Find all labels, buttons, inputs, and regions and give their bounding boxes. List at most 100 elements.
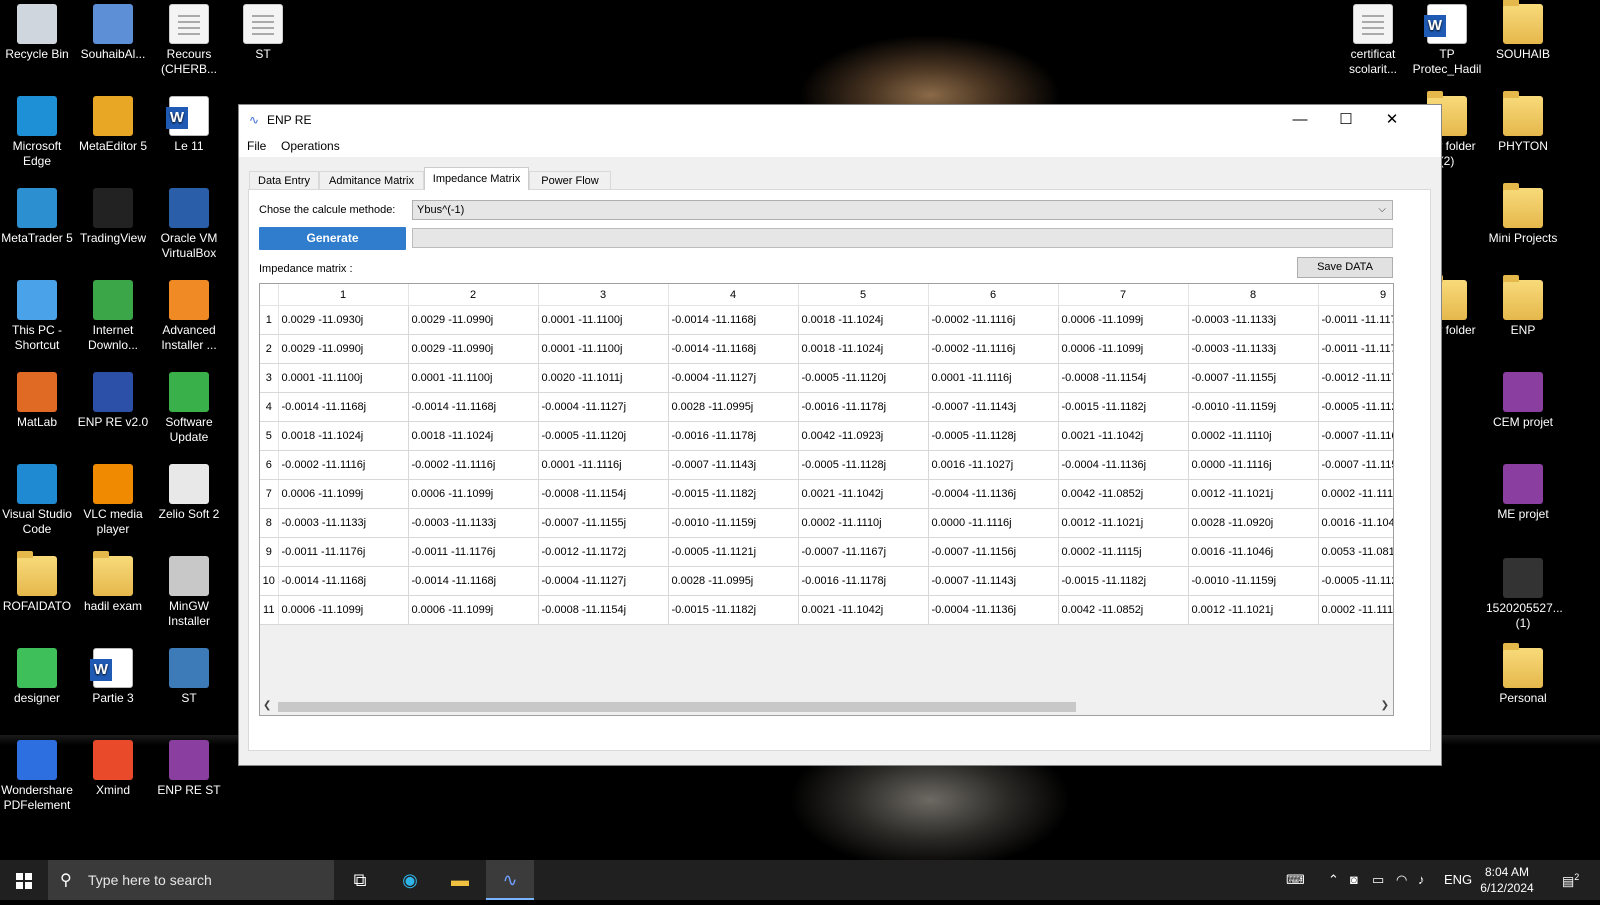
matrix-cell[interactable]: 0.0012 -11.1021j <box>1188 479 1319 509</box>
scrollbar-thumb[interactable] <box>278 702 1076 712</box>
matrix-cell[interactable]: -0.0014 -11.1168j <box>668 334 799 364</box>
matrix-cell[interactable]: -0.0005 -11.1121j <box>1318 392 1393 422</box>
matrix-cell[interactable]: -0.0007 -11.1143j <box>928 392 1059 422</box>
matrix-cell[interactable]: -0.0015 -11.1182j <box>668 595 799 625</box>
matrix-cell[interactable]: 0.0012 -11.1021j <box>1188 595 1319 625</box>
right-icon-11[interactable]: Personal <box>1486 643 1560 706</box>
matrix-cell[interactable]: -0.0016 -11.1178j <box>798 392 929 422</box>
matrix-cell[interactable]: -0.0007 -11.1155j <box>538 508 669 538</box>
matrix-cell[interactable]: -0.0012 -11.1172j <box>1318 363 1393 393</box>
matrix-cell[interactable]: -0.0015 -11.1182j <box>668 479 799 509</box>
matrix-cell[interactable]: -0.0014 -11.1168j <box>278 566 409 596</box>
matrix-cell[interactable]: 0.0016 -11.1046j <box>1188 537 1319 567</box>
matrix-cell[interactable]: 0.0021 -11.1042j <box>798 595 929 625</box>
tab-data-entry[interactable]: Data Entry <box>249 171 319 189</box>
matrix-cell[interactable]: -0.0004 -11.1136j <box>1058 450 1189 480</box>
column-header[interactable]: 4 <box>668 284 799 306</box>
matrix-cell[interactable]: 0.0001 -11.1100j <box>278 363 409 393</box>
matrix-cell[interactable]: 0.0029 -11.0930j <box>278 305 409 335</box>
matrix-cell[interactable]: -0.0004 -11.1127j <box>668 363 799 393</box>
matrix-cell[interactable]: 0.0000 -11.1116j <box>928 508 1059 538</box>
left-icon-23[interactable]: Partie 3 <box>76 648 150 706</box>
left-icon-26[interactable]: Xmind <box>76 740 150 798</box>
tab-impedance-matrix[interactable]: Impedance Matrix <box>424 167 529 190</box>
left-icon-1[interactable]: SouhaibAl... <box>76 4 150 62</box>
right-icon-4[interactable]: PHYTON <box>1486 91 1560 154</box>
matrix-cell[interactable]: -0.0010 -11.1159j <box>668 508 799 538</box>
row-header[interactable]: 9 <box>260 537 279 567</box>
left-icon-7[interactable]: MetaTrader 5 <box>0 188 74 246</box>
row-header[interactable]: 1 <box>260 305 279 335</box>
left-icon-6[interactable]: Le 11 <box>152 96 226 154</box>
matrix-cell[interactable]: -0.0014 -11.1168j <box>408 566 539 596</box>
matrix-cell[interactable]: -0.0004 -11.1127j <box>538 566 669 596</box>
matrix-cell[interactable]: 0.0018 -11.1024j <box>798 305 929 335</box>
row-header[interactable]: 11 <box>260 595 279 625</box>
matrix-cell[interactable]: -0.0014 -11.1168j <box>668 305 799 335</box>
column-header[interactable]: 5 <box>798 284 929 306</box>
left-icon-25[interactable]: Wondershare PDFelement <box>0 740 74 813</box>
row-header[interactable]: 5 <box>260 421 279 451</box>
matrix-cell[interactable]: -0.0014 -11.1168j <box>408 392 539 422</box>
matrix-cell[interactable]: 0.0029 -11.0990j <box>408 305 539 335</box>
column-header[interactable]: 7 <box>1058 284 1189 306</box>
matrix-cell[interactable]: 0.0028 -11.0995j <box>668 566 799 596</box>
right-icon-8[interactable]: CEM projet <box>1486 372 1560 430</box>
matrix-cell[interactable]: 0.0002 -11.1115j <box>1318 595 1393 625</box>
left-icon-22[interactable]: designer <box>0 648 74 706</box>
left-icon-4[interactable]: Microsoft Edge <box>0 96 74 169</box>
maximize-button[interactable]: ☐ <box>1323 105 1369 135</box>
matrix-cell[interactable]: -0.0007 -11.1167j <box>1318 421 1393 451</box>
left-icon-19[interactable]: ROFAIDATO <box>0 551 74 614</box>
matrix-cell[interactable]: 0.0001 -11.1116j <box>538 450 669 480</box>
matrix-cell[interactable]: -0.0002 -11.1116j <box>928 305 1059 335</box>
matrix-cell[interactable]: 0.0028 -11.0920j <box>1188 508 1319 538</box>
scroll-right-icon[interactable]: ❯ <box>1381 700 1389 711</box>
tab-power-flow[interactable]: Power Flow <box>529 171 611 189</box>
right-icon-0[interactable]: certificat scolarit... <box>1336 4 1410 77</box>
matrix-cell[interactable]: 0.0002 -11.1110j <box>1188 421 1319 451</box>
column-header[interactable]: 6 <box>928 284 1059 306</box>
left-icon-0[interactable]: Recycle Bin <box>0 4 74 62</box>
title-bar[interactable]: ∿ ENP RE — ☐ ✕ <box>239 105 1441 135</box>
matrix-cell[interactable]: 0.0002 -11.1115j <box>1058 537 1189 567</box>
matrix-cell[interactable]: -0.0004 -11.1136j <box>928 479 1059 509</box>
matrix-cell[interactable]: -0.0008 -11.1154j <box>538 595 669 625</box>
left-icon-8[interactable]: TradingView <box>76 188 150 246</box>
generate-button[interactable]: Generate <box>259 227 406 250</box>
matrix-cell[interactable]: -0.0004 -11.1136j <box>928 595 1059 625</box>
left-icon-5[interactable]: MetaEditor 5 <box>76 96 150 154</box>
matrix-cell[interactable]: -0.0008 -11.1154j <box>1058 363 1189 393</box>
left-icon-9[interactable]: Oracle VM VirtualBox <box>152 188 226 261</box>
column-header[interactable]: 9 <box>1318 284 1393 306</box>
matrix-cell[interactable]: -0.0003 -11.1133j <box>278 508 409 538</box>
matrix-cell[interactable]: -0.0015 -11.1182j <box>1058 392 1189 422</box>
impedance-matrix-table[interactable]: 1 2 3 4 5 6 7 8 9 1 0.0029 -11.0930j 0.0029 -11.099… <box>259 283 1394 716</box>
matrix-cell[interactable]: 0.0028 -11.0995j <box>668 392 799 422</box>
matrix-cell[interactable]: -0.0007 -11.1156j <box>1318 450 1393 480</box>
matrix-cell[interactable]: 0.0001 -11.1116j <box>928 363 1059 393</box>
matrix-cell[interactable]: 0.0006 -11.1099j <box>278 595 409 625</box>
matrix-cell[interactable]: -0.0007 -11.1155j <box>1188 363 1319 393</box>
left-icon-16[interactable]: Visual Studio Code <box>0 464 74 537</box>
tab-admitance-matrix[interactable]: Admitance Matrix <box>319 171 424 189</box>
matrix-cell[interactable]: 0.0018 -11.1024j <box>798 334 929 364</box>
right-icon-10[interactable]: 1520205527... (1) <box>1486 558 1563 631</box>
left-icon-14[interactable]: ENP RE v2.0 <box>76 372 150 430</box>
save-data-button[interactable]: Save DATA <box>1297 257 1393 278</box>
matrix-cell[interactable]: 0.0042 -11.0852j <box>1058 479 1189 509</box>
matrix-cell[interactable]: 0.0006 -11.1099j <box>1058 334 1189 364</box>
matrix-cell[interactable]: -0.0002 -11.1116j <box>278 450 409 480</box>
wifi-icon[interactable]: ◠ <box>1396 872 1407 888</box>
left-icon-17[interactable]: VLC media player <box>76 464 150 537</box>
matrix-cell[interactable]: 0.0029 -11.0990j <box>408 334 539 364</box>
matrix-cell[interactable]: 0.0001 -11.1100j <box>408 363 539 393</box>
matrix-cell[interactable]: 0.0016 -11.1046j <box>1318 508 1393 538</box>
matrix-cell[interactable]: -0.0011 -11.1176j <box>278 537 409 567</box>
chevron-up-icon[interactable]: ⌃ <box>1328 872 1339 888</box>
taskbar-search-box[interactable]: ⚲ Type here to search <box>48 860 334 900</box>
matrix-cell[interactable]: -0.0002 -11.1116j <box>408 450 539 480</box>
task-view-button[interactable]: ⧉ <box>336 860 384 900</box>
matrix-cell[interactable]: 0.0006 -11.1099j <box>278 479 409 509</box>
matrix-cell[interactable]: -0.0011 -11.1176j <box>408 537 539 567</box>
